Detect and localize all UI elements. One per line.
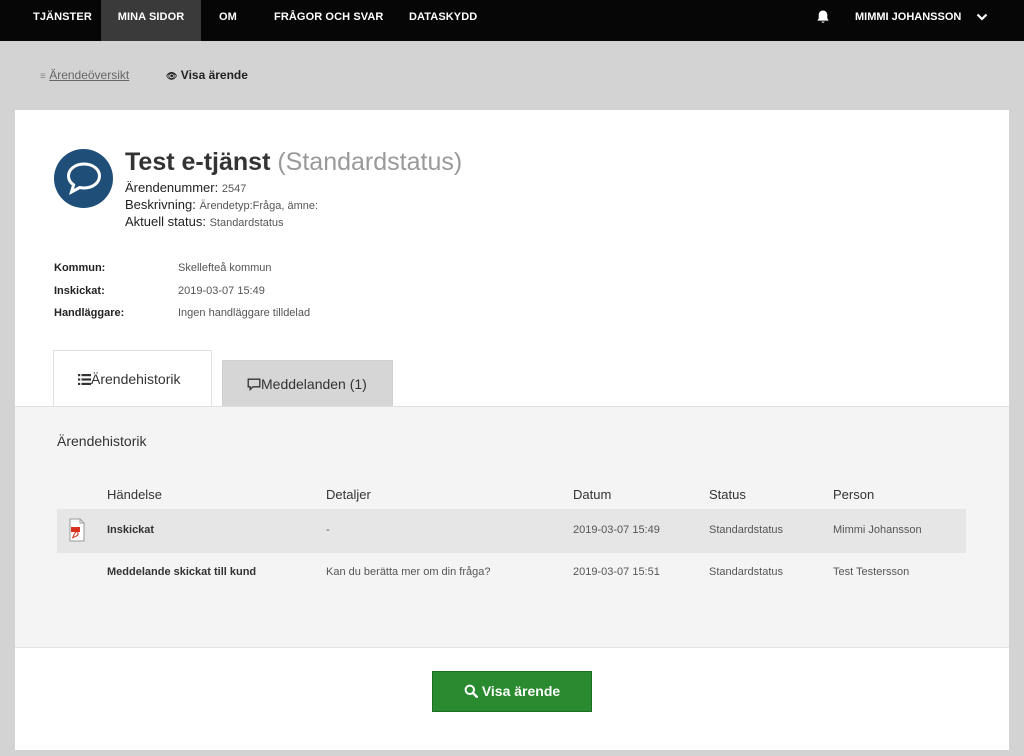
case-number-label: Ärendenummer: [125,180,219,195]
nav-item-tjanster[interactable]: TJÄNSTER [33,0,92,41]
case-name: Test e-tjänst [125,148,271,176]
nav-item-dataskydd[interactable]: DATASKYDD [409,0,477,41]
info-handlaggare-label: Handläggare: [54,307,125,319]
history-title: Ärendehistorik [57,433,147,449]
column-header-person: Person [833,487,875,502]
top-navigation: TJÄNSTER MINA SIDOR OM FRÅGOR OCH SVAR D… [0,0,1024,41]
tab-arendehistorik[interactable]: Ärendehistorik [53,350,212,406]
eye-icon: 👁 [166,71,178,81]
row-date: 2019-03-07 15:51 [573,566,660,578]
row-person: Mimmi Johansson [833,524,922,536]
info-inskickat-value: 2019-03-07 15:49 [178,285,265,297]
speech-bubble-icon [66,162,102,195]
case-panel: Test e-tjänst (Standardstatus) Ärendenum… [15,110,1009,750]
breadcrumb-current: 👁 Visa ärende [166,68,248,82]
case-status-value: Standardstatus [209,217,284,229]
row-status: Standardstatus [709,566,783,578]
nav-item-fragor-och-svar[interactable]: FRÅGOR OCH SVAR [274,0,383,41]
column-header-handelse: Händelse [107,487,162,502]
table-row: Inskickat - 2019-03-07 15:49 Standardsta… [57,509,966,553]
column-header-status: Status [709,487,746,502]
comment-icon [247,378,261,392]
history-section: Ärendehistorik Händelse Detaljer Datum S… [15,406,1009,648]
case-status-label: Aktuell status: [125,214,206,229]
table-row: Meddelande skickat till kund Kan du berä… [57,551,966,595]
info-handlaggare-value: Ingen handläggare tilldelad [178,307,311,319]
breadcrumb-overview[interactable]: ≡ Ärendeöversikt [40,68,129,82]
info-inskickat-label: Inskickat: [54,285,105,297]
view-case-button[interactable]: Visa ärende [432,671,592,712]
row-status: Standardstatus [709,524,783,536]
case-status-title: (Standardstatus) [277,148,463,176]
row-details: Kan du berätta mer om din fråga? [326,566,491,578]
nav-item-mina-sidor-label: MINA SIDOR [117,11,185,23]
row-event: Meddelande skickat till kund [107,566,257,578]
pdf-file-icon[interactable] [69,518,85,542]
info-kommun-value: Skellefteå kommun [178,262,272,274]
info-kommun-label: Kommun: [54,262,106,274]
view-case-button-label: Visa ärende [481,683,561,699]
chevron-down-icon[interactable] [976,12,988,22]
case-number-value: 2547 [221,183,247,195]
case-description-label: Beskrivning: [125,197,196,212]
list-icon [78,374,91,385]
tab-meddelanden[interactable]: Meddelanden (1) [222,360,393,406]
row-event: Inskickat [107,524,155,536]
case-number-line: Ärendenummer: 2547 [125,180,246,195]
nav-item-om[interactable]: OM [219,0,237,41]
case-status-line: Aktuell status: Standardstatus [125,214,284,229]
column-header-detaljer: Detaljer [326,487,371,502]
case-avatar [54,149,113,208]
case-description-value: Ärendetyp:Fråga, ämne: [199,200,319,212]
column-header-datum: Datum [573,487,612,502]
list-icon: ≡ [40,71,46,82]
nav-item-mina-sidor[interactable]: MINA SIDOR [101,0,201,41]
breadcrumb-current-label: Visa ärende [180,68,248,82]
page-title: Test e-tjänst (Standardstatus) [125,148,462,177]
row-person: Test Testersson [833,566,910,578]
row-details: - [326,524,330,536]
row-date: 2019-03-07 15:49 [573,524,660,536]
tab-arendehistorik-label: Ärendehistorik [91,371,181,387]
breadcrumb-overview-label: Ärendeöversikt [49,68,130,82]
case-description-line: Beskrivning: Ärendetyp:Fråga, ämne: [125,197,318,212]
tab-meddelanden-label: Meddelanden (1) [261,376,367,392]
bell-icon[interactable] [815,9,831,25]
user-menu[interactable]: MIMMI JOHANSSON [855,0,961,41]
search-icon [464,684,478,698]
